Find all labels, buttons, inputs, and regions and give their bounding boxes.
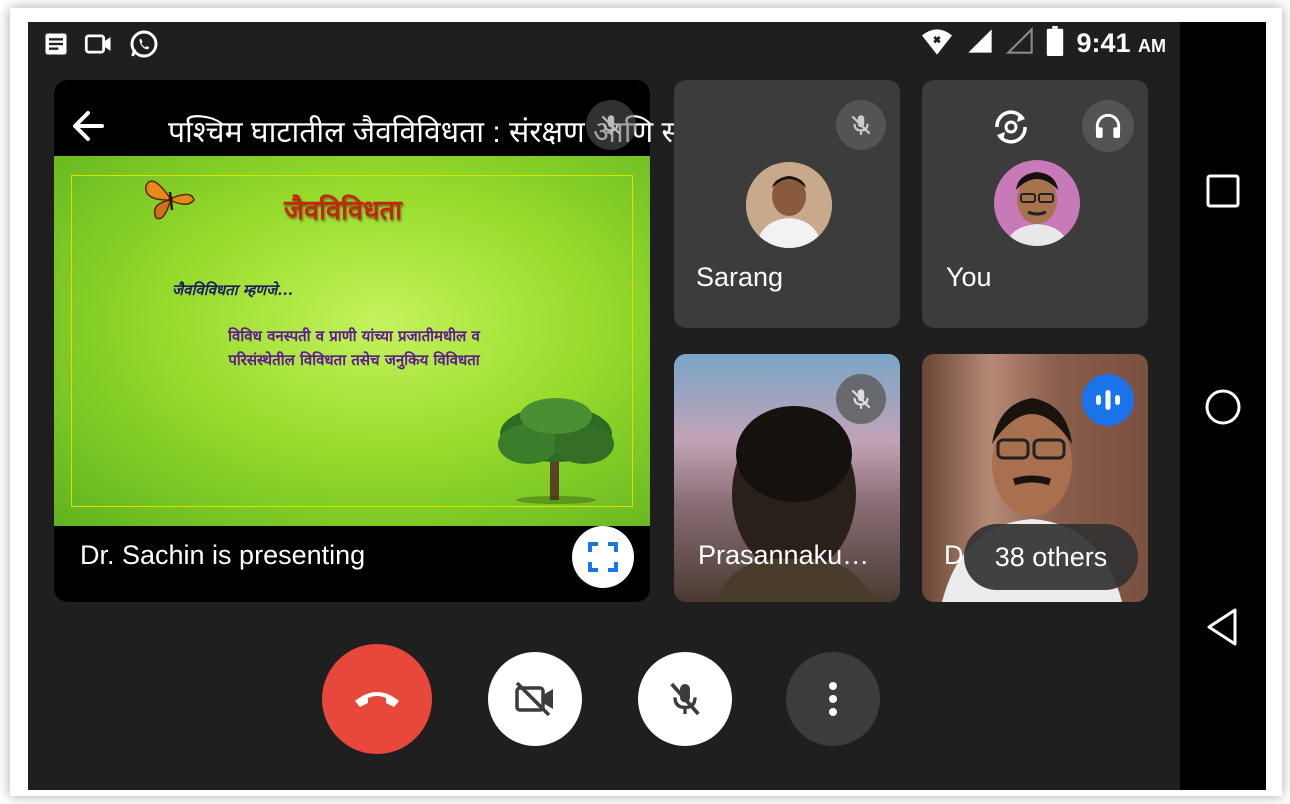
speaking-indicator-icon [1082, 374, 1134, 426]
sarang-mic-off-indicator [836, 100, 886, 150]
signal-icon [966, 27, 994, 60]
home-button[interactable] [1202, 386, 1244, 428]
slide-body: विविध वनस्पती व प्राणी यांच्या प्रजातीमध… [154, 324, 554, 372]
end-call-button[interactable] [322, 644, 432, 754]
switch-camera-button[interactable] [986, 102, 1036, 152]
arrow-left-icon [73, 111, 104, 141]
presentation-title: पश्चिम घाटातील जैवविविधता : संरक्षण आणि … [168, 116, 734, 149]
presentation-tile[interactable]: जैवविविधता जैवविविधता म्हणजे... विविध वन… [54, 80, 650, 602]
participant-name: Prasannaku… [698, 540, 870, 570]
wifi-icon [920, 26, 954, 61]
slide-heading: जैवविविधता [284, 195, 403, 226]
mic-off-icon [836, 374, 886, 424]
mic-off-icon [670, 682, 700, 716]
status-bar: 9:41 AM [28, 22, 1180, 66]
participant-name: You [946, 262, 992, 292]
more-options-button[interactable] [786, 652, 880, 746]
switch-camera-icon [995, 110, 1027, 144]
shared-slide: जैवविविधता जैवविविधता म्हणजे... विविध वन… [54, 156, 650, 526]
video-camera-icon [84, 30, 114, 63]
mic-off-icon [586, 100, 636, 150]
whatsapp-icon [128, 28, 160, 65]
phone-screen: 9:41 AM जैवविविधता जैवविविधता म्हणजे... … [28, 22, 1266, 790]
fullscreen-button[interactable] [572, 526, 634, 588]
tree-image [486, 394, 626, 509]
battery-icon [1046, 26, 1064, 61]
clock: 9:41 AM [1076, 28, 1166, 58]
prasanna-mic-off-indicator [836, 374, 886, 424]
back-button[interactable] [68, 106, 112, 150]
presenter-mic-off-indicator [586, 100, 636, 150]
slide-body-line-2: परिसंस्थेतील विविधता तसेच जनुकिय विविधता [228, 351, 480, 369]
slide-body-line-1: विविध वनस्पती व प्राणी यांच्या प्रजातीमध… [228, 327, 480, 345]
avatar [994, 160, 1080, 246]
camera-toggle-button[interactable] [488, 652, 582, 746]
slide-subheading: जैवविविधता म्हणजे... [172, 281, 293, 299]
avatar [746, 162, 832, 248]
notes-icon [42, 30, 70, 63]
others-count-pill[interactable]: 38 others [964, 524, 1138, 590]
back-nav-button[interactable] [1202, 606, 1244, 648]
fullscreen-icon [588, 542, 618, 572]
mic-off-icon [836, 100, 886, 150]
camera-off-icon [515, 681, 553, 717]
phone-hangup-icon [355, 692, 399, 707]
android-nav-bar [1180, 22, 1266, 790]
more-vertical-icon [829, 682, 837, 716]
participant-name: Sarang [696, 262, 784, 292]
signal-empty-icon [1006, 26, 1034, 60]
mic-toggle-button[interactable] [638, 652, 732, 746]
headphones-icon [1082, 100, 1134, 152]
audio-output-button[interactable] [1082, 100, 1134, 152]
recents-button[interactable] [1202, 170, 1244, 212]
presenting-label: Dr. Sachin is presenting [80, 540, 366, 570]
butterfly-icon [142, 170, 198, 229]
